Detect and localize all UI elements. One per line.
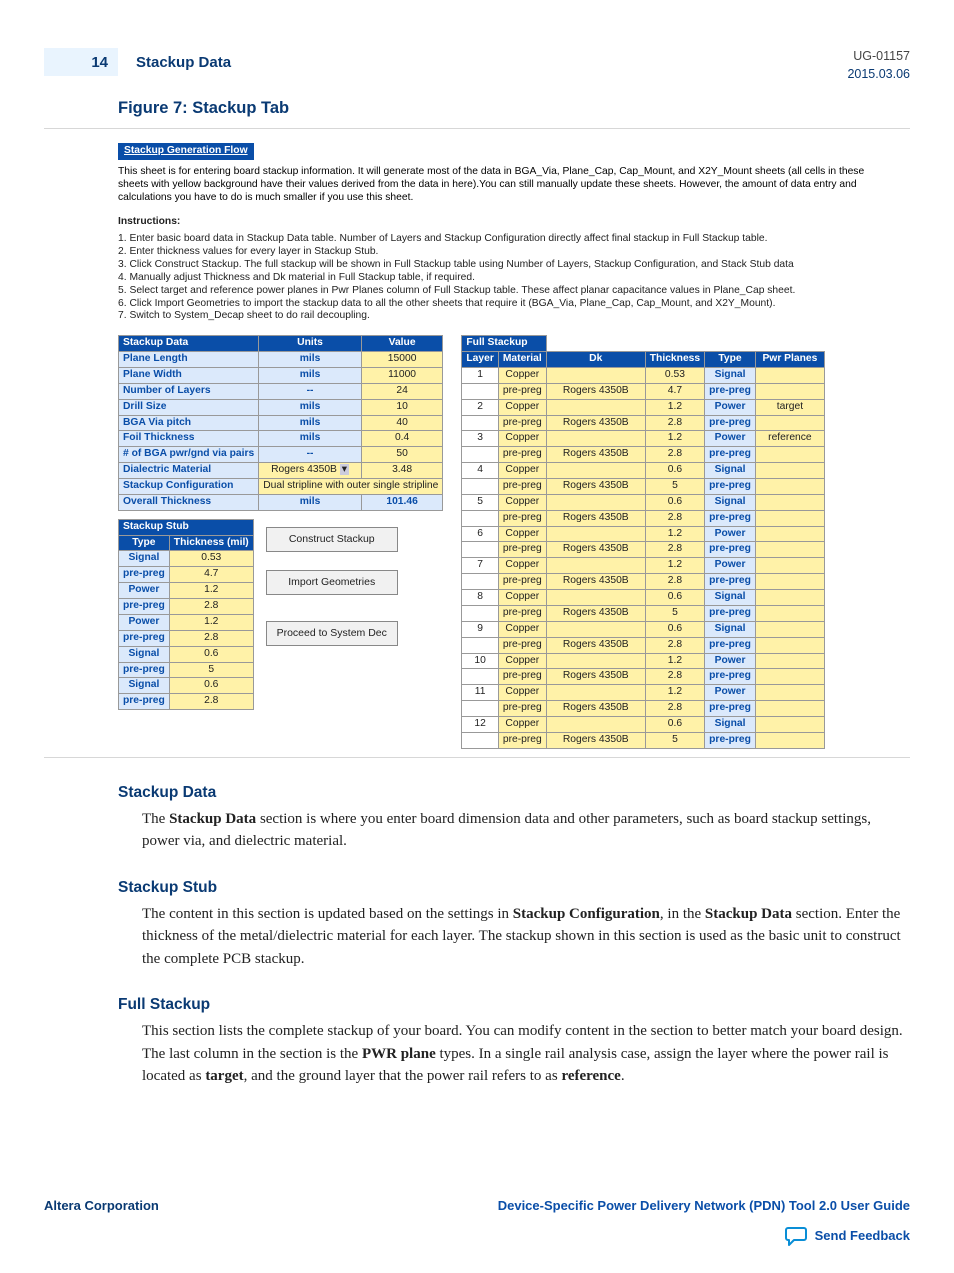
proceed-system-decap-button[interactable]: Proceed to System Dec [266,621,398,646]
flow-intro: This sheet is for entering board stackup… [118,166,890,205]
instruction-step: 2. Enter thickness values for every laye… [118,246,890,259]
import-geometries-button[interactable]: Import Geometries [266,570,398,595]
divider [44,128,910,129]
instruction-step: 1. Enter basic board data in Stackup Dat… [118,233,890,246]
instruction-step: 5. Select target and reference power pla… [118,285,890,298]
instruction-list: 1. Enter basic board data in Stackup Dat… [118,233,890,323]
section-para-stackup-stub: The content in this section is updated b… [142,903,910,971]
section-para-full-stackup: This section lists the complete stackup … [142,1020,910,1088]
page-number: 14 [44,48,118,76]
construct-stackup-button[interactable]: Construct Stackup [266,527,398,552]
figure-screenshot: Stackup Generation Flow This sheet is fo… [118,143,890,749]
feedback-icon [785,1226,807,1246]
instruction-step: 3. Click Construct Stackup. The full sta… [118,259,890,272]
stackup-stub-table: Stackup StubTypeThickness (mil)Signal0.5… [118,519,254,710]
send-feedback-label: Send Feedback [815,1228,910,1243]
section-heading-full-stackup: Full Stackup [118,996,910,1014]
figure-title: Figure 7: Stackup Tab [118,99,910,118]
section-para-stackup-data: The Stackup Data section is where you en… [142,808,910,853]
footer-guide[interactable]: Device-Specific Power Delivery Network (… [498,1198,910,1213]
doc-date: 2015.03.06 [847,66,910,84]
instruction-step: 7. Switch to System_Decap sheet to do ra… [118,310,890,323]
footer-company: Altera Corporation [44,1198,159,1213]
doc-id: UG-01157 [847,48,910,66]
stackup-data-table: Stackup DataUnitsValuePlane Lengthmils15… [118,335,443,510]
full-stackup-table: Full StackupLayerMaterialDkThicknessType… [461,335,825,748]
section-heading-stackup-data: Stackup Data [118,784,910,802]
instruction-step: 4. Manually adjust Thickness and Dk mate… [118,272,890,285]
instruction-step: 6. Click Import Geometries to import the… [118,298,890,311]
instructions-title: Instructions: [118,216,890,229]
page-section-title: Stackup Data [136,48,231,71]
flow-header: Stackup Generation Flow [118,143,254,160]
divider [44,757,910,758]
section-heading-stackup-stub: Stackup Stub [118,879,910,897]
send-feedback-link[interactable]: Send Feedback [785,1226,910,1246]
